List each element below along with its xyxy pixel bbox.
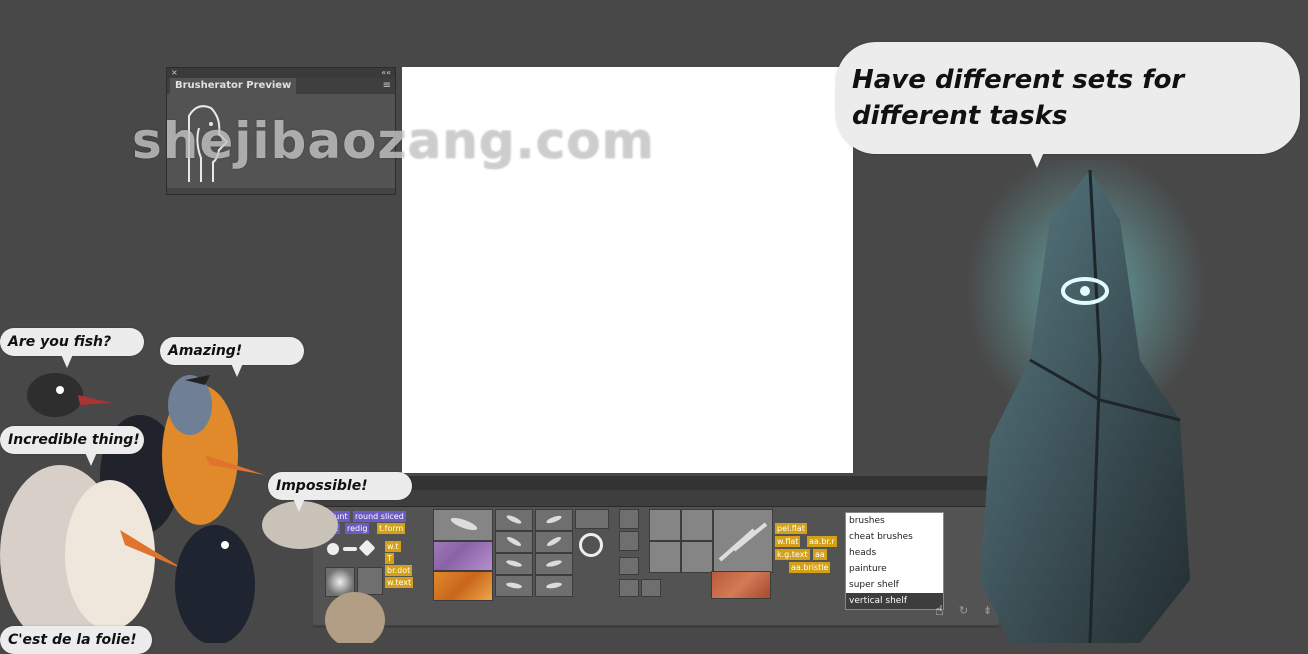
eyedropper-icon[interactable] xyxy=(619,531,639,551)
preview-sketch xyxy=(188,105,229,182)
speech-bubble-main: Have different sets for different tasks xyxy=(836,42,1300,168)
figure-tool-icon[interactable] xyxy=(575,509,609,529)
panel-title-bar: × «« xyxy=(167,68,395,78)
eraser-icon[interactable] xyxy=(619,579,639,597)
brush-set-dropdown[interactable]: brushes cheat brushes heads painture sup… xyxy=(845,512,944,610)
brush-thumb[interactable] xyxy=(535,575,573,597)
texture-brush-thumb[interactable] xyxy=(433,541,493,571)
speech-text: Incredible thing! xyxy=(8,432,140,448)
brush-tag[interactable]: aa.bristle xyxy=(789,562,831,573)
texture-thumb[interactable] xyxy=(649,509,681,541)
brush-tag[interactable]: k.g.text xyxy=(775,549,810,560)
speech-text: Impossible! xyxy=(276,478,368,494)
brush-set-option[interactable]: cheat brushes xyxy=(846,529,943,545)
panel-tab-row: Brusherator Preview ≡ xyxy=(167,78,395,94)
brush-tag[interactable]: aa xyxy=(813,549,827,560)
brush-set-option[interactable]: brushes xyxy=(846,513,943,529)
stroke-preview-thumb[interactable] xyxy=(713,509,773,573)
brush-set-option[interactable]: painture xyxy=(846,561,943,577)
brush-set-option[interactable]: heads xyxy=(846,545,943,561)
panel-collapse-icon[interactable]: «« xyxy=(381,68,391,78)
texture-brush-thumb[interactable] xyxy=(433,571,493,601)
document-canvas[interactable] xyxy=(402,67,853,473)
brush-thumb[interactable] xyxy=(495,575,533,597)
hand-cursor-icon: ☝ xyxy=(935,603,944,619)
brush-thumb[interactable] xyxy=(495,509,533,531)
brush-thumb[interactable] xyxy=(433,509,493,541)
texture-brush-thumb[interactable] xyxy=(711,571,771,599)
brush-thumb[interactable] xyxy=(495,531,533,553)
panel-menu-icon[interactable]: ≡ xyxy=(383,80,391,91)
eraser-icon[interactable] xyxy=(619,557,639,575)
speech-bubble: Are you fish? xyxy=(0,328,144,368)
speech-bubble: Impossible! xyxy=(268,472,412,512)
brush-thumb[interactable] xyxy=(495,553,533,575)
brush-set-option-selected[interactable]: vertical shelf xyxy=(846,593,943,609)
brush-tag[interactable]: aa.br.r xyxy=(807,536,837,547)
ring-brush-icon[interactable] xyxy=(575,531,607,561)
brush-thumb[interactable] xyxy=(535,553,573,575)
brush-tag[interactable]: pel.flat xyxy=(775,523,807,534)
brusherator-preview-tab[interactable]: Brusherator Preview xyxy=(170,78,297,94)
brush-tag[interactable]: w.flat xyxy=(775,536,801,547)
brush-thumb[interactable] xyxy=(535,509,573,531)
brush-set-option[interactable]: super shelf xyxy=(846,577,943,593)
speech-bubble: Incredible thing! xyxy=(0,426,144,466)
texture-thumb[interactable] xyxy=(681,509,713,541)
speech-text: Have different sets for different tasks xyxy=(852,65,1185,131)
speech-text: Are you fish? xyxy=(8,334,112,350)
texture-thumb[interactable] xyxy=(649,541,681,573)
speech-text: C'est de la folie! xyxy=(8,632,137,648)
speech-text: Amazing! xyxy=(168,343,243,359)
panel-resize-grip[interactable] xyxy=(167,188,395,194)
bird-silhouette-thumb[interactable] xyxy=(681,541,713,573)
panel-close-icon[interactable]: × xyxy=(171,68,178,78)
brush-thumb[interactable] xyxy=(535,531,573,553)
eyedropper-icon[interactable] xyxy=(619,509,639,529)
speech-bubble: C'est de la folie! xyxy=(0,626,152,654)
eraser-icon[interactable] xyxy=(641,579,661,597)
glowing-pillar-illustration xyxy=(966,160,1206,643)
speech-bubble: Amazing! xyxy=(160,337,304,377)
brusherator-preview-panel: × «« Brusherator Preview ≡ xyxy=(166,67,396,195)
